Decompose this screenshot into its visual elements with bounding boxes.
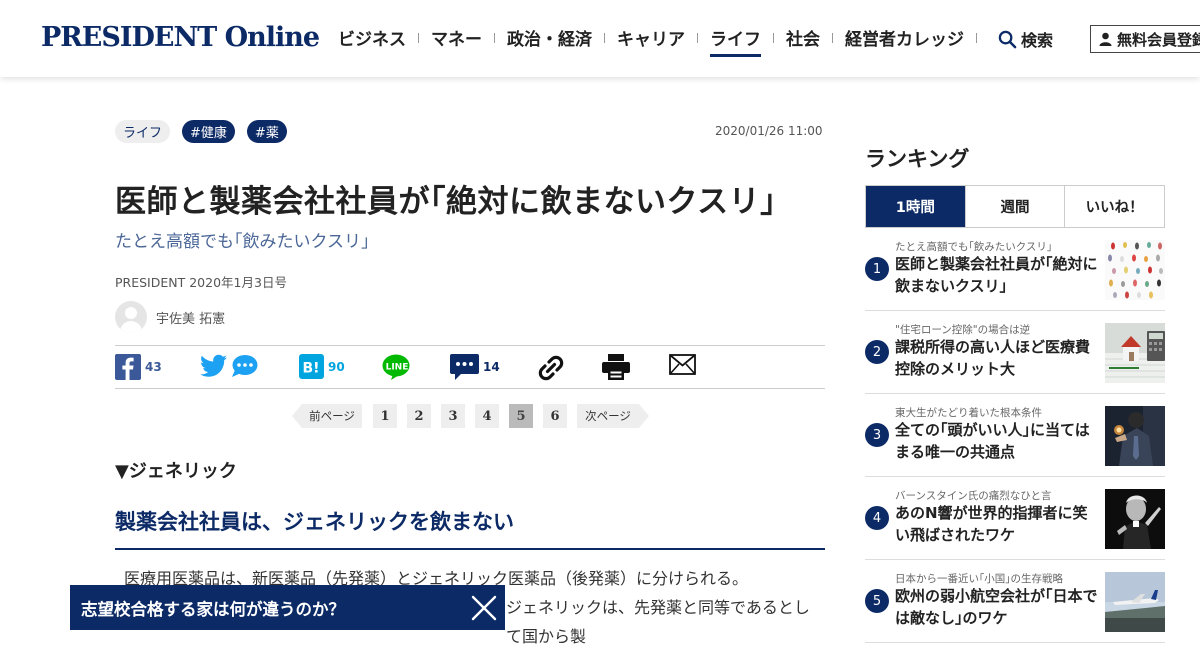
thumbnail-conductor-image: [1105, 489, 1165, 549]
page-2[interactable]: 2: [407, 404, 431, 428]
comment-count: 14: [483, 360, 500, 374]
article-subtitle: たとえ高額でも｢飲みたいクスリ｣: [115, 232, 370, 252]
category-tag[interactable]: ライフ: [115, 120, 171, 143]
facebook-icon: [115, 354, 141, 380]
rank-subtitle: 日本から一番近い｢小国｣の生存戦略: [895, 573, 1063, 585]
article-source: PRESIDENT 2020年1月3日号: [115, 275, 287, 290]
rank-subtitle: バーンスタイン氏の痛烈なひと言: [895, 490, 1052, 502]
promo-banner[interactable]: 志望校合格する家は何が違うのか？: [70, 585, 505, 630]
nav-item-politics[interactable]: 政治・経済: [495, 25, 604, 50]
tag-health[interactable]: #健康: [182, 120, 235, 143]
thumbnail-businessman-image: [1105, 406, 1165, 466]
svg-text:B!: B!: [303, 361, 320, 377]
section-heading: ▼ジェネリック: [115, 461, 237, 482]
rank-number: 1: [865, 257, 889, 281]
mail-icon: [669, 354, 696, 375]
share-bar: 43 B! 90 LINE 14: [115, 345, 825, 389]
page-1[interactable]: 1: [373, 404, 397, 428]
thumbnail-pills-image: [1105, 240, 1165, 300]
page-5-current[interactable]: 5: [509, 404, 533, 428]
twitter-icon: [200, 354, 227, 377]
nav-item-business[interactable]: ビジネス: [326, 25, 418, 50]
publish-date: 2020/01/26 11:00: [715, 124, 823, 138]
rank-headline: 欧州の弱小航空会社が｢日本では敵なし｣のワケ: [895, 587, 1098, 627]
search-label: 検索: [1021, 31, 1054, 50]
print-icon: [602, 354, 630, 380]
avatar: [115, 301, 147, 333]
nav-item-society[interactable]: 社会: [774, 25, 832, 50]
link-icon: [538, 355, 564, 381]
rank-headline: 課税所得の高い人ほど医療費控除のメリット大: [895, 338, 1091, 378]
close-icon[interactable]: [471, 595, 497, 621]
rank-number: 4: [865, 506, 889, 530]
nav-item-money[interactable]: マネー: [419, 25, 494, 50]
thumbnail-airplane-image: [1105, 572, 1165, 632]
ranking-tabs: 1時間 週間 いいね！: [865, 185, 1165, 228]
ranking-item[interactable]: 4 バーンスタイン氏の痛烈なひと言 あのN響が世界的指揮者に笑い飛ばされたワケ: [865, 477, 1165, 560]
article-title: 医師と製薬会社社員が｢絶対に飲まないクスリ｣: [115, 184, 777, 220]
rank-headline: あのN響が世界的指揮者に笑い飛ばされたワケ: [895, 504, 1088, 544]
facebook-count: 43: [145, 360, 162, 374]
banner-text: 志望校合格する家は何が違うのか？: [81, 599, 345, 619]
email-share[interactable]: [669, 354, 696, 375]
rank-number: 2: [865, 340, 889, 364]
line-icon: LINE: [382, 354, 410, 380]
search-button[interactable]: 検索: [998, 27, 1053, 51]
print-button[interactable]: [602, 354, 630, 380]
copy-link-button[interactable]: [537, 354, 565, 382]
thumbnail-house-calculator-image: [1105, 323, 1165, 383]
page-6[interactable]: 6: [543, 404, 567, 428]
comment-button[interactable]: 14: [450, 354, 500, 380]
ranking-item[interactable]: 2 "住宅ローン控除"の場合は逆 課税所得の高い人ほど医療費控除のメリット大: [865, 311, 1165, 394]
ranking-item[interactable]: 1 たとえ高額でも｢飲みたいクスリ｣ 医師と製薬会社社員が｢絶対に飲まないクスリ…: [865, 228, 1165, 311]
register-label: 無料会員登録: [1117, 30, 1200, 49]
site-header: PRESIDENT Online ビジネス マネー 政治・経済 キャリア ライフ…: [0, 0, 1200, 77]
svg-text:LINE: LINE: [386, 363, 409, 373]
ranking-list: 1 たとえ高額でも｢飲みたいクスリ｣ 医師と製薬会社社員が｢絶対に飲まないクスリ…: [865, 228, 1165, 643]
tag-medicine[interactable]: #薬: [246, 120, 287, 143]
hatena-icon: B!: [299, 354, 324, 379]
prev-page-button[interactable]: 前ページ: [292, 404, 362, 428]
author[interactable]: 宇佐美 拓憲: [115, 301, 225, 333]
hatena-count: 90: [328, 359, 345, 374]
rank-subtitle: たとえ高額でも｢飲みたいクスリ｣: [895, 241, 1053, 253]
register-button[interactable]: 無料会員登録: [1090, 25, 1200, 53]
article-subheading: 製薬会社社員は、ジェネリックを飲まない: [115, 506, 825, 550]
facebook-share[interactable]: 43: [115, 354, 162, 380]
rank-number: 5: [865, 589, 889, 613]
site-logo[interactable]: PRESIDENT Online: [41, 22, 320, 53]
ranking-title: ランキング: [865, 147, 970, 171]
rank-headline: 医師と製薬会社社員が｢絶対に飲まないクスリ｣: [895, 255, 1098, 295]
next-page-button[interactable]: 次ページ: [577, 404, 649, 428]
tab-weekly[interactable]: 週間: [964, 186, 1065, 227]
nav-item-life[interactable]: ライフ: [698, 25, 773, 57]
tab-likes[interactable]: いいね！: [1064, 186, 1164, 227]
rank-subtitle: "住宅ローン控除"の場合は逆: [895, 324, 1031, 336]
page-3[interactable]: 3: [441, 404, 465, 428]
user-icon: [1099, 32, 1112, 46]
page-4[interactable]: 4: [475, 404, 499, 428]
nav-item-career[interactable]: キャリア: [605, 25, 697, 50]
nav-divider: [976, 32, 977, 43]
comment-icon: [450, 354, 479, 380]
ranking-item[interactable]: 3 東大生がたどり着いた根本条件 全ての｢頭がいい人｣に当てはまる唯一の共通点: [865, 394, 1165, 477]
author-name: 宇佐美 拓憲: [156, 311, 226, 327]
main-nav: ビジネス マネー 政治・経済 キャリア ライフ 社会 経営者カレッジ: [326, 25, 977, 57]
line-share[interactable]: LINE: [382, 354, 410, 380]
rank-headline: 全ての｢頭がいい人｣に当てはまる唯一の共通点: [895, 421, 1090, 461]
search-icon: [998, 30, 1017, 48]
rank-subtitle: 東大生がたどり着いた根本条件: [895, 407, 1042, 419]
hatena-bookmark[interactable]: B! 90: [299, 354, 345, 379]
ranking-item[interactable]: 5 日本から一番近い｢小国｣の生存戦略 欧州の弱小航空会社が｢日本では敵なし｣の…: [865, 560, 1165, 643]
rank-number: 3: [865, 423, 889, 447]
nav-item-college[interactable]: 経営者カレッジ: [833, 25, 976, 50]
twitter-share[interactable]: [200, 354, 258, 378]
twitter-comment-icon: [232, 355, 258, 377]
tab-hourly[interactable]: 1時間: [866, 186, 965, 227]
article-tags: ライフ #健康 #薬: [115, 120, 287, 143]
